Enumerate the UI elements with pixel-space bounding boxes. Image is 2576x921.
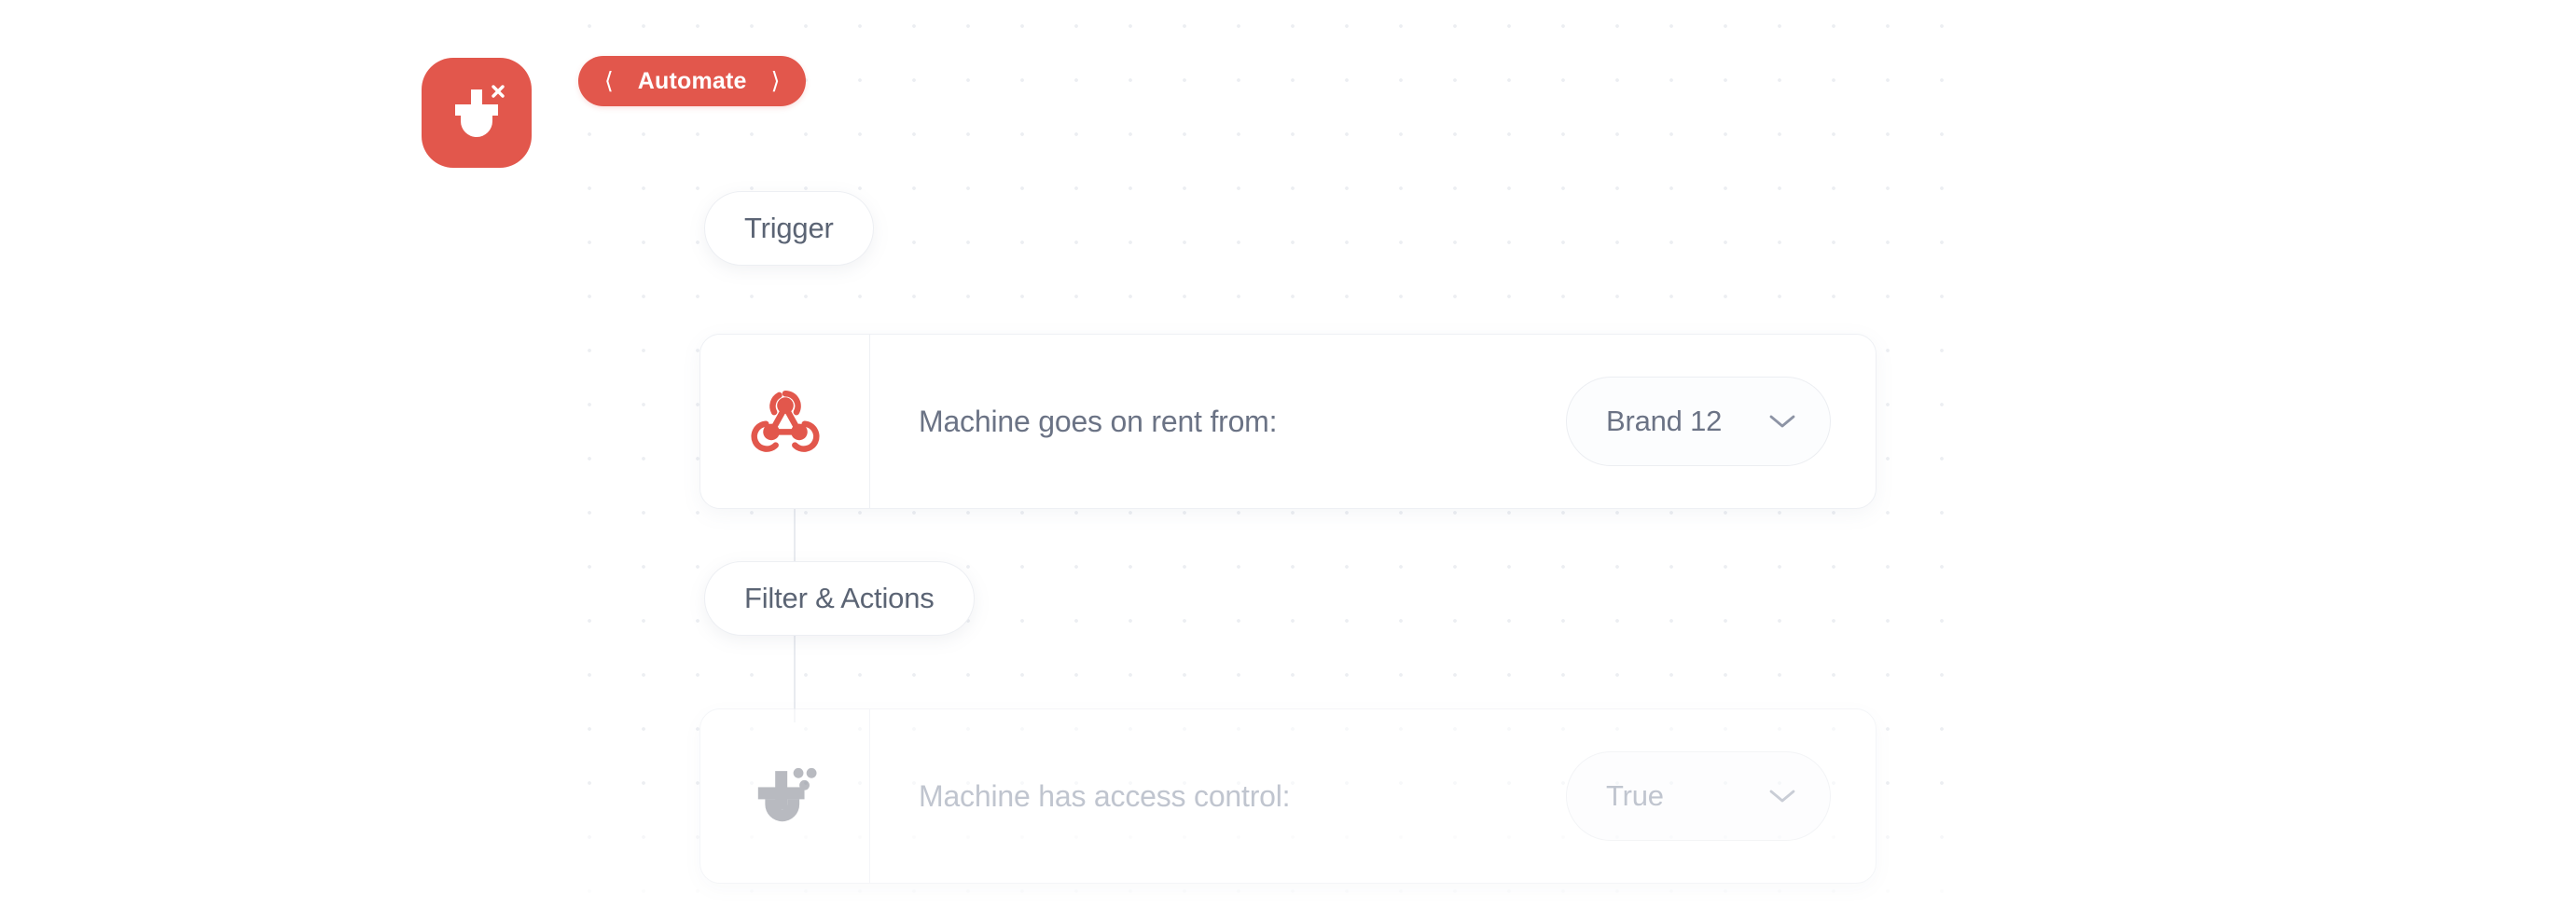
step-card-trigger[interactable]: Machine goes on rent from: Brand 12: [699, 334, 1877, 509]
step-card-trigger-body: Machine goes on rent from: Brand 12: [870, 335, 1876, 508]
step-card-filter-icon-cell: [700, 709, 870, 883]
webhook-icon: [742, 377, 828, 467]
tractor-brand-logo-icon: [442, 78, 511, 147]
step-card-trigger-label: Machine goes on rent from:: [919, 404, 1278, 438]
tractor-brand-logo-icon: [748, 757, 823, 836]
step-card-filter-label: Machine has access control:: [919, 778, 1291, 813]
chevron-down-icon[interactable]: [1768, 413, 1796, 430]
automate-nav-pill[interactable]: ⟨ Automate ⟩: [578, 56, 807, 106]
section-pill-filter-actions[interactable]: Filter & Actions: [704, 561, 975, 636]
automation-builder-screen: ⟨ Automate ⟩ Trigger Machine goes on ren…: [0, 0, 2576, 921]
trigger-brand-dropdown[interactable]: Brand 12: [1566, 377, 1831, 466]
brand-logo-tile[interactable]: [422, 58, 532, 168]
step-card-trigger-icon-cell: [700, 335, 870, 508]
trigger-brand-dropdown-value: Brand 12: [1606, 405, 1723, 437]
filter-access-control-dropdown[interactable]: True: [1566, 751, 1831, 841]
step-card-filter[interactable]: Machine has access control: True: [699, 708, 1877, 884]
section-pill-filter-actions-label: Filter & Actions: [744, 582, 935, 614]
section-pill-trigger-label: Trigger: [744, 212, 834, 244]
filter-access-control-dropdown-value: True: [1606, 779, 1664, 812]
chevron-down-icon[interactable]: [1768, 788, 1796, 804]
section-pill-trigger[interactable]: Trigger: [704, 191, 874, 266]
chevron-left-icon[interactable]: ⟨: [604, 69, 614, 93]
automate-label: Automate: [637, 67, 747, 94]
chevron-right-icon[interactable]: ⟩: [771, 69, 781, 93]
step-card-filter-body: Machine has access control: True: [870, 709, 1876, 883]
